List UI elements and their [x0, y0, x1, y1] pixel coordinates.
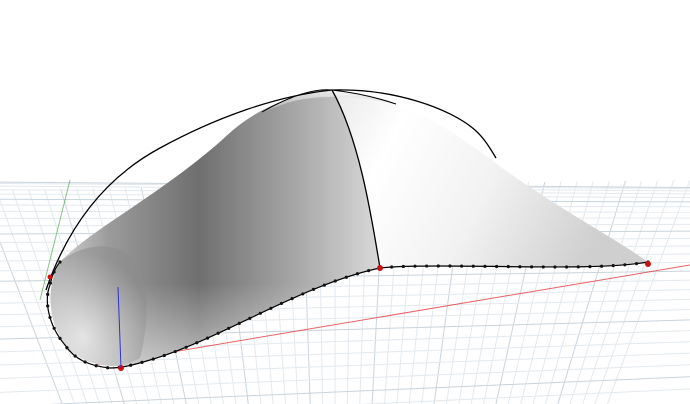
- control-point[interactable]: [162, 353, 166, 358]
- control-point[interactable]: [58, 336, 62, 341]
- control-point[interactable]: [216, 331, 220, 335]
- control-point[interactable]: [401, 264, 405, 269]
- control-point[interactable]: [94, 364, 98, 368]
- control-point[interactable]: [322, 283, 326, 287]
- control-point[interactable]: [227, 326, 231, 330]
- corner-point-middle[interactable]: [377, 265, 383, 271]
- control-point[interactable]: [448, 264, 452, 268]
- control-point[interactable]: [48, 281, 53, 285]
- control-point[interactable]: [588, 265, 592, 269]
- control-point[interactable]: [52, 326, 56, 330]
- surface-end-cap: [50, 246, 147, 366]
- control-point[interactable]: [553, 265, 557, 269]
- control-point[interactable]: [390, 265, 394, 269]
- control-point[interactable]: [471, 264, 475, 268]
- grid-line: [606, 179, 690, 404]
- control-point[interactable]: [269, 306, 273, 310]
- control-point[interactable]: [333, 279, 337, 283]
- control-point[interactable]: [436, 264, 440, 268]
- control-point[interactable]: [311, 287, 316, 292]
- control-point[interactable]: [52, 270, 56, 274]
- control-point[interactable]: [73, 354, 77, 358]
- corner-point-right[interactable]: [645, 261, 651, 267]
- control-point[interactable]: [506, 265, 510, 269]
- control-point[interactable]: [425, 264, 429, 268]
- control-point[interactable]: [529, 265, 534, 269]
- control-point[interactable]: [248, 316, 252, 320]
- grid-line: [582, 180, 659, 404]
- control-point[interactable]: [564, 265, 569, 269]
- control-point[interactable]: [106, 366, 110, 370]
- control-point[interactable]: [344, 275, 348, 279]
- control-point[interactable]: [237, 321, 241, 325]
- control-point[interactable]: [46, 304, 50, 308]
- control-point[interactable]: [205, 336, 210, 340]
- control-point[interactable]: [367, 269, 371, 273]
- control-point[interactable]: [184, 345, 188, 349]
- corner-point-left[interactable]: [47, 274, 53, 280]
- control-point[interactable]: [301, 292, 305, 296]
- control-point[interactable]: [83, 360, 87, 364]
- viewport-canvas[interactable]: [0, 0, 690, 404]
- control-point[interactable]: [634, 262, 639, 266]
- control-point[interactable]: [65, 346, 69, 350]
- control-point[interactable]: [483, 264, 487, 268]
- control-point[interactable]: [129, 363, 133, 367]
- 3d-viewport[interactable]: [0, 0, 690, 404]
- control-point[interactable]: [599, 264, 604, 268]
- control-point[interactable]: [279, 301, 284, 306]
- control-point[interactable]: [151, 357, 155, 361]
- control-point[interactable]: [290, 297, 294, 301]
- control-point[interactable]: [140, 360, 144, 364]
- control-point[interactable]: [258, 311, 262, 315]
- control-point[interactable]: [611, 264, 615, 268]
- control-point[interactable]: [46, 292, 50, 296]
- grid-line: [0, 364, 690, 393]
- control-point[interactable]: [495, 264, 499, 269]
- control-point[interactable]: [48, 315, 52, 320]
- control-point[interactable]: [355, 272, 360, 276]
- surface-right-lobe[interactable]: [332, 90, 648, 268]
- grid-line: [47, 376, 690, 404]
- control-point[interactable]: [195, 341, 199, 345]
- control-point[interactable]: [173, 349, 177, 354]
- control-point[interactable]: [518, 265, 522, 269]
- control-point[interactable]: [413, 264, 417, 268]
- control-point[interactable]: [58, 260, 62, 264]
- control-point[interactable]: [460, 264, 464, 268]
- control-point[interactable]: [576, 265, 580, 269]
- control-point[interactable]: [623, 263, 627, 267]
- control-point[interactable]: [541, 265, 545, 269]
